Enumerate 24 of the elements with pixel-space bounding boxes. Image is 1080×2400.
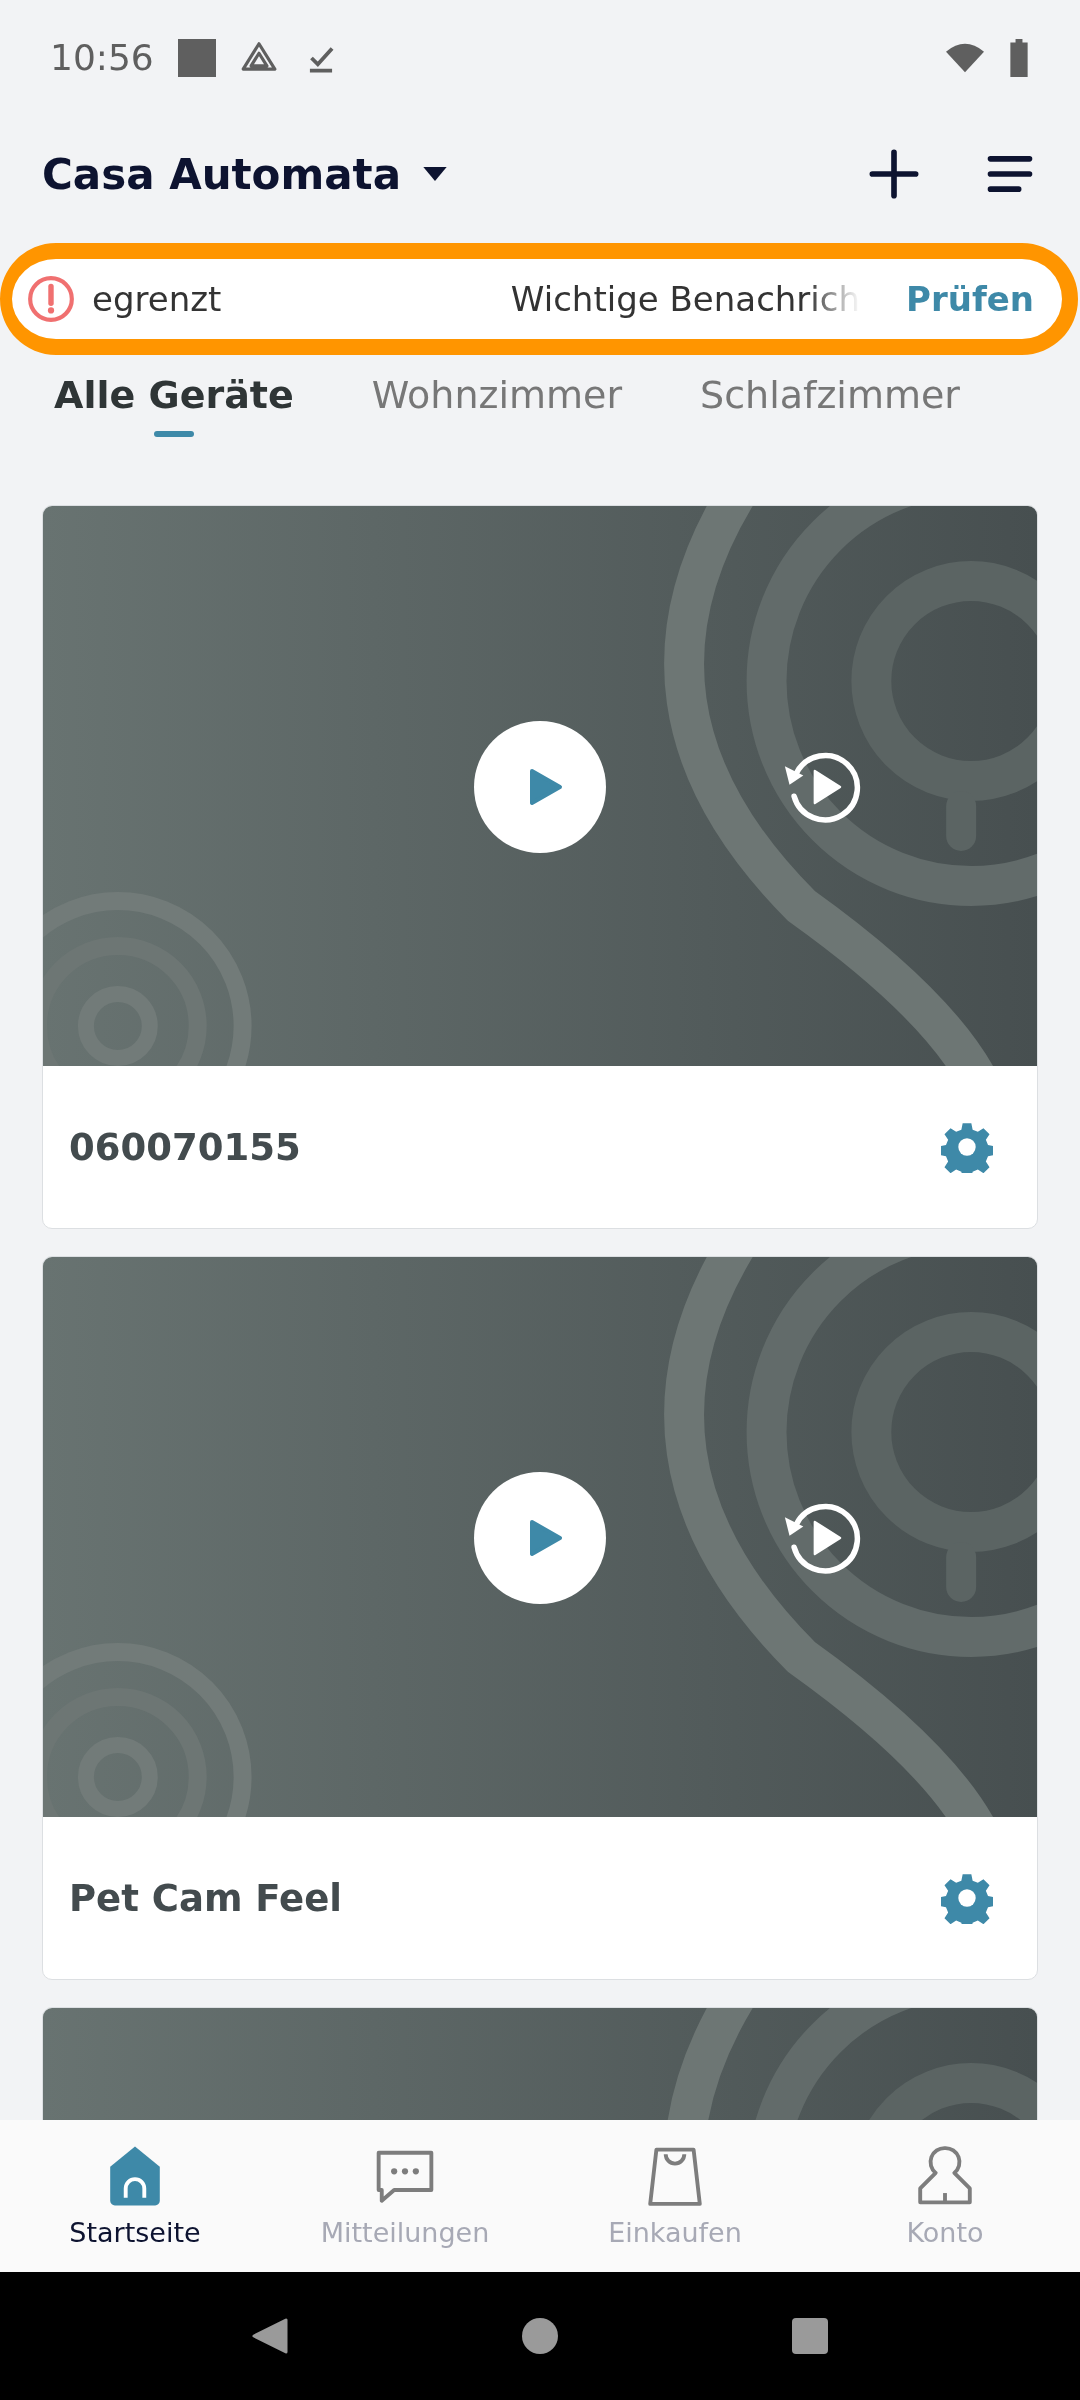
recents-icon[interactable] — [790, 2316, 830, 2356]
home-selector[interactable]: Casa Automata — [42, 149, 447, 199]
device-name: 060070155 — [69, 1125, 302, 1169]
device-name: Pet Cam Feel — [69, 1876, 343, 1920]
room-tab[interactable]: Alle Geräte — [54, 373, 294, 443]
caret-icon — [423, 167, 447, 181]
settings-icon[interactable] — [941, 1872, 993, 1924]
battery-icon — [1008, 38, 1030, 77]
nav-tab[interactable]: Mitteilungen — [270, 2120, 540, 2272]
status-time: 10:56 — [50, 37, 154, 78]
nav-tab[interactable]: Einkaufen — [540, 2120, 810, 2272]
alert-icon — [26, 274, 76, 324]
square-icon — [177, 38, 216, 77]
plus-icon[interactable] — [868, 148, 920, 200]
room-tab[interactable]: Schlafzimmer — [700, 373, 960, 443]
banner-text: Wichtige Benachrich — [510, 279, 861, 319]
back-icon[interactable] — [250, 2316, 290, 2356]
room-tab[interactable]: Wohnzimmer — [371, 373, 623, 443]
check-button[interactable]: Prüfen — [906, 279, 1034, 319]
home-button-icon[interactable] — [520, 2316, 560, 2356]
settings-icon[interactable] — [941, 1121, 993, 1173]
nav-tab[interactable]: Konto — [810, 2120, 1080, 2272]
banner-text: egrenzt — [92, 279, 222, 319]
nav-tab[interactable]: Startseite — [0, 2120, 270, 2272]
